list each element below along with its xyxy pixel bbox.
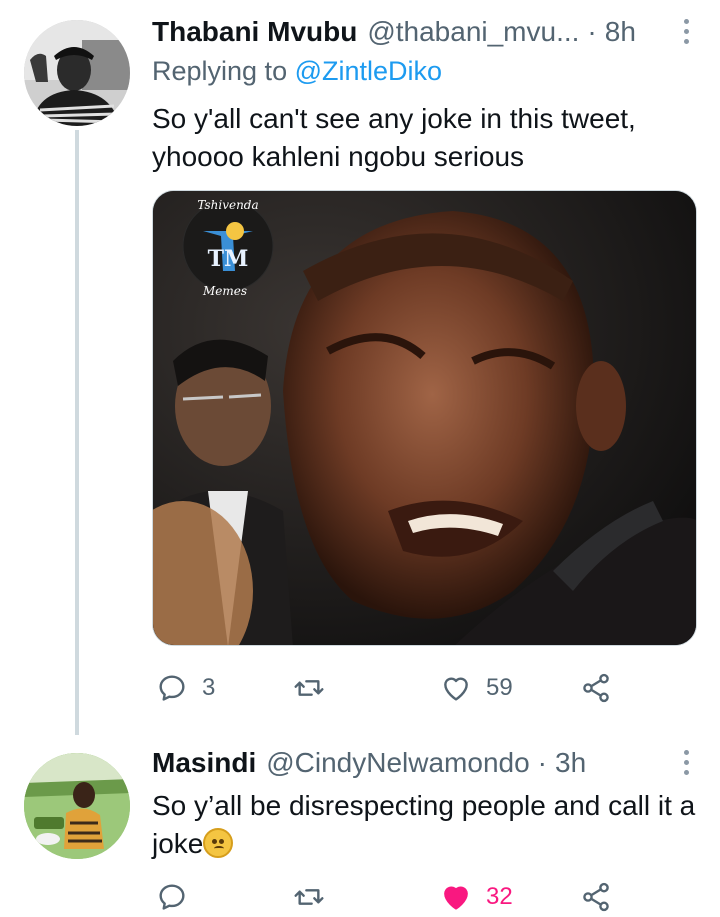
- logo-mark: TM: [208, 246, 249, 272]
- user-handle[interactable]: @thabani_mvu...: [367, 16, 579, 48]
- reply-count: 3: [202, 674, 216, 701]
- share-button[interactable]: [580, 668, 612, 708]
- separator-dot: ·: [537, 747, 547, 778]
- avatar[interactable]: [24, 753, 130, 859]
- retweet-button[interactable]: [293, 668, 339, 708]
- retweet-button[interactable]: [293, 877, 339, 917]
- display-name[interactable]: Masindi: [152, 747, 256, 779]
- tweet-header: Thabani Mvubu @thabani_mvu... · 8h: [152, 12, 690, 52]
- logo-text-top: Tshivenda: [197, 198, 258, 212]
- share-icon: [583, 673, 609, 703]
- heart-filled-icon: [444, 886, 468, 910]
- reply-button[interactable]: [156, 877, 202, 917]
- like-button[interactable]: 59: [440, 668, 513, 708]
- tweet-text: So y'all can't see any joke in this twee…: [152, 103, 636, 172]
- reply-icon: [159, 675, 185, 701]
- tweet[interactable]: Masindi @CindyNelwamondo · 3h So y’all b…: [0, 735, 720, 917]
- reply-icon: [159, 884, 185, 910]
- tweet-media-image[interactable]: Tshivenda Memes TM: [152, 190, 697, 646]
- avatar-image: [24, 20, 130, 126]
- thread-line: [75, 130, 79, 735]
- avatar-image: [24, 753, 130, 859]
- woozy-face-emoji-icon: [203, 828, 234, 858]
- meme-photo: Tshivenda Memes TM: [153, 191, 696, 645]
- tweet-text-content: So y’all be disrespecting people and cal…: [152, 790, 696, 859]
- like-count: 32: [486, 883, 513, 910]
- tweet-header: Masindi @CindyNelwamondo · 3h: [152, 743, 690, 783]
- share-button[interactable]: [580, 877, 612, 917]
- more-icon[interactable]: [682, 747, 690, 777]
- display-name[interactable]: Thabani Mvubu: [152, 16, 357, 48]
- tweet[interactable]: Thabani Mvubu @thabani_mvu... · 8h Reply…: [0, 0, 720, 735]
- reply-button[interactable]: 3: [156, 668, 215, 708]
- timestamp[interactable]: 8h: [605, 16, 636, 48]
- like-count: 59: [486, 674, 513, 701]
- heart-icon: [444, 677, 468, 701]
- like-button[interactable]: 32: [440, 877, 513, 917]
- timestamp[interactable]: 3h: [555, 747, 586, 779]
- user-handle[interactable]: @CindyNelwamondo: [266, 747, 529, 779]
- replying-to-label: Replying to: [152, 56, 288, 86]
- logo-text-bottom: Memes: [202, 284, 247, 298]
- separator-dot: ·: [587, 16, 597, 47]
- share-icon: [583, 882, 609, 912]
- retweet-icon: [294, 680, 324, 696]
- action-bar: 3 59: [152, 668, 622, 708]
- tweet-text: So y’all be disrespecting people and cal…: [152, 787, 697, 863]
- replying-to: Replying to @ZintleDiko: [152, 56, 442, 87]
- action-bar: 32: [152, 877, 622, 917]
- avatar[interactable]: [24, 20, 130, 126]
- replying-to-mention[interactable]: @ZintleDiko: [295, 56, 442, 86]
- more-icon[interactable]: [682, 16, 690, 46]
- retweet-icon: [294, 889, 324, 905]
